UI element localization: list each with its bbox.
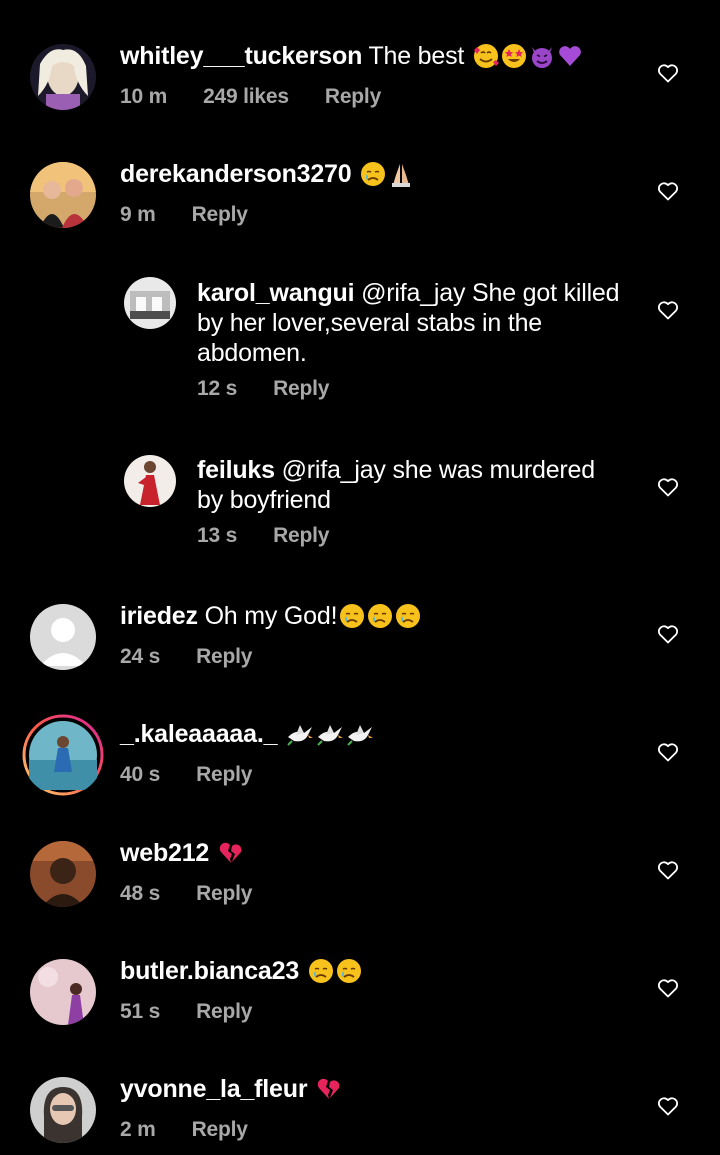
comment-meta: 13 s Reply [197, 523, 630, 549]
broken-heart-icon [316, 1076, 342, 1109]
smiling-face-with-hearts-icon [473, 43, 499, 76]
comment-username[interactable]: butler.bianca23 [120, 957, 299, 985]
comment-text: Oh my God! [204, 602, 338, 630]
reply-button[interactable]: Reply [196, 999, 252, 1025]
comment-meta: 12 s Reply [197, 376, 630, 402]
comment-likes[interactable]: 249 likes [203, 84, 289, 110]
avatar[interactable] [30, 959, 96, 1025]
like-heart-icon[interactable] [656, 1094, 680, 1118]
reply-button[interactable]: Reply [325, 84, 381, 110]
comment-time: 51 s [120, 1000, 161, 1023]
broken-heart-icon [218, 840, 244, 873]
crying-face-icon [336, 958, 362, 991]
crying-face-icon [360, 161, 386, 194]
reply-button[interactable]: Reply [192, 1117, 248, 1143]
avatar[interactable] [30, 1077, 96, 1143]
folded-hands-icon [388, 161, 414, 194]
comment-username[interactable]: derekanderson3270 [120, 160, 352, 188]
comment-time: 40 s [120, 763, 161, 786]
reply-button[interactable]: Reply [196, 881, 252, 907]
comment-time: 12 s [197, 377, 238, 400]
avatar[interactable] [30, 162, 96, 228]
avatar[interactable] [30, 44, 96, 110]
comment-meta: 51 s Reply [120, 999, 630, 1025]
comment-body: iriedez Oh my God! 24 s Reply [120, 601, 630, 670]
smiling-devil-icon [529, 43, 555, 76]
purple-heart-icon [557, 43, 583, 76]
reply-button[interactable]: Reply [196, 644, 252, 670]
comment-meta: 2 m Reply [120, 1117, 630, 1143]
like-heart-icon[interactable] [656, 740, 680, 764]
comment-text-line: by her lover,several stabs in the [197, 309, 542, 337]
comment-time: 24 s [120, 645, 161, 668]
like-heart-icon[interactable] [656, 298, 680, 322]
avatar[interactable] [124, 455, 176, 507]
like-heart-icon[interactable] [656, 179, 680, 203]
comment-text-line: @rifa_jay she was murdered [281, 456, 596, 484]
reply-button[interactable]: Reply [192, 202, 248, 228]
comment-meta: 10 m 249 likes Reply [120, 84, 630, 110]
comment-body: web212 48 s Reply [120, 838, 630, 907]
comment-body: whitley___tuckerson The best 10 m 249 lik… [120, 41, 630, 110]
avatar[interactable] [124, 277, 176, 329]
comment-time: 9 m [120, 203, 156, 226]
like-heart-icon[interactable] [656, 61, 680, 85]
comment-username[interactable]: feiluks [197, 456, 275, 484]
comment-time: 2 m [120, 1118, 156, 1141]
comment-meta: 48 s Reply [120, 881, 630, 907]
like-heart-icon[interactable] [656, 976, 680, 1000]
comment-body: _.kaleaaaaa._ 40 s Reply [120, 719, 630, 788]
reply-button[interactable]: Reply [196, 762, 252, 788]
comment-body: butler.bianca23 51 s Reply [120, 956, 630, 1025]
story-ring-avatar[interactable] [22, 714, 104, 796]
crying-face-icon [395, 603, 421, 636]
comment-username[interactable]: _.kaleaaaaa._ [120, 720, 277, 748]
comment-username[interactable]: karol_wangui [197, 279, 355, 307]
dove-icon [316, 721, 344, 754]
comment-meta: 24 s Reply [120, 644, 630, 670]
like-heart-icon[interactable] [656, 475, 680, 499]
comment-username[interactable]: web212 [120, 839, 209, 867]
comment-body: derekanderson3270 9 m Reply [120, 159, 630, 228]
dove-icon [286, 721, 314, 754]
comment-body: yvonne_la_fleur 2 m Reply [120, 1074, 630, 1143]
comment-meta: 40 s Reply [120, 762, 630, 788]
comment-text-line: abdomen. [197, 339, 307, 367]
comment-time: 48 s [120, 882, 161, 905]
comment-username[interactable]: whitley___tuckerson [120, 42, 362, 70]
crying-face-icon [308, 958, 334, 991]
comment-body: karol_wangui @rifa_jay She got killed by… [197, 278, 630, 402]
crying-face-icon [367, 603, 393, 636]
comment-text-line: @rifa_jay She got killed [361, 279, 620, 307]
comment-username[interactable]: yvonne_la_fleur [120, 1075, 308, 1103]
star-struck-icon [501, 43, 527, 76]
comment-body: feiluks @rifa_jay she was murdered by bo… [197, 455, 630, 549]
comment-time: 10 m [120, 85, 168, 108]
crying-face-icon [339, 603, 365, 636]
comment-text: The best [368, 42, 465, 70]
comment-text-line: by boyfriend [197, 486, 331, 514]
comment-meta: 9 m Reply [120, 202, 630, 228]
comment-time: 13 s [197, 524, 238, 547]
avatar[interactable] [30, 841, 96, 907]
dove-icon [346, 721, 374, 754]
like-heart-icon[interactable] [656, 858, 680, 882]
like-heart-icon[interactable] [656, 622, 680, 646]
reply-button[interactable]: Reply [273, 376, 329, 402]
comment-username[interactable]: iriedez [120, 602, 198, 630]
avatar[interactable] [30, 604, 96, 670]
reply-button[interactable]: Reply [273, 523, 329, 549]
